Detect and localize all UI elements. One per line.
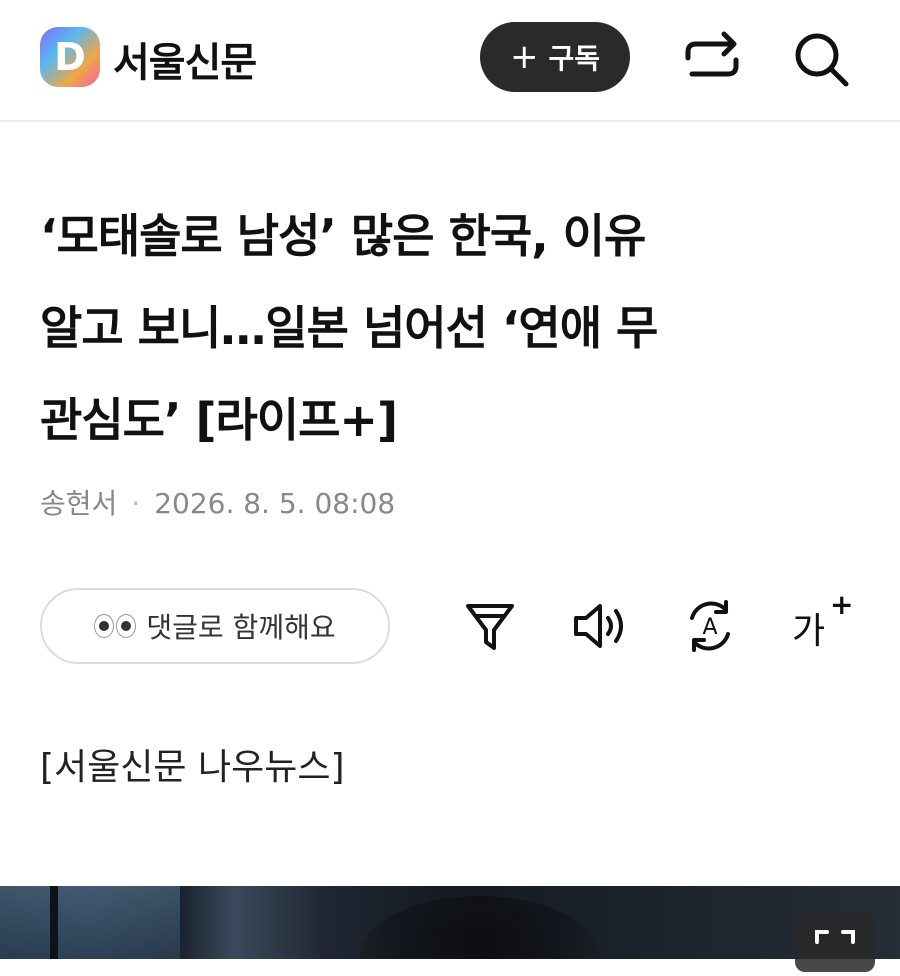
font-size-icon[interactable]: 가 +: [792, 588, 854, 656]
eyes-icon: [94, 614, 137, 638]
share-icon[interactable]: [680, 28, 744, 88]
article-photo: [0, 886, 900, 959]
logo-letter: D: [54, 35, 86, 79]
author-name[interactable]: 송현서: [40, 487, 117, 520]
publish-datetime: 2026. 8. 5. 08:08: [154, 487, 396, 520]
headline-line: ‘모태솔로 남성’ 많은 한국, 이유: [40, 209, 646, 263]
translate-icon[interactable]: A: [682, 598, 738, 654]
subscribe-button[interactable]: + 구독: [480, 22, 630, 92]
font-size-plus: +: [830, 588, 854, 621]
speaker-icon[interactable]: [572, 598, 628, 654]
plus-icon: +: [509, 37, 539, 77]
byline-separator: ·: [131, 487, 141, 520]
search-icon[interactable]: [790, 28, 852, 90]
headline-line: 관심도’ [라이프+]: [40, 393, 398, 447]
daum-logo[interactable]: D: [40, 27, 100, 87]
comment-label: 댓글로 함께해요: [146, 611, 336, 644]
svg-text:A: A: [702, 615, 717, 640]
article-source: [서울신문 나우뉴스]: [40, 747, 345, 788]
subscribe-label: 구독: [548, 42, 601, 75]
expand-photo-button[interactable]: [795, 912, 875, 972]
font-size-label: 가: [792, 611, 826, 652]
byline: 송현서 · 2026. 8. 5. 08:08: [40, 482, 395, 522]
expand-icon: [815, 930, 855, 944]
comment-button[interactable]: 댓글로 함께해요: [40, 588, 390, 664]
filter-icon[interactable]: [462, 598, 518, 654]
headline-line: 알고 보니…일본 넘어선 ‘연애 무: [40, 301, 658, 355]
top-bar: D 서울신문 + 구독: [0, 0, 900, 122]
brand-name[interactable]: 서울신문: [113, 30, 257, 88]
article-headline: ‘모태솔로 남성’ 많은 한국, 이유 알고 보니…일본 넘어선 ‘연애 무 관…: [40, 190, 860, 466]
